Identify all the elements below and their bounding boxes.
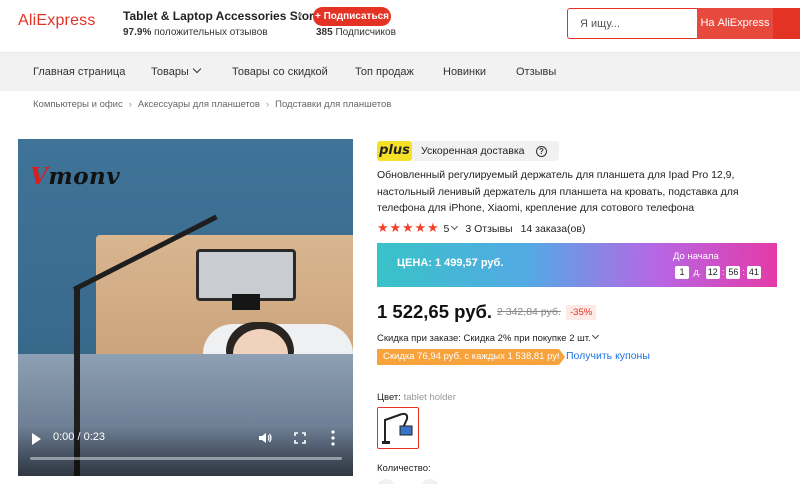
video-frame-clamp: [232, 294, 260, 310]
search-aliexpress-button[interactable]: На AliExpress: [697, 8, 773, 39]
countdown-minutes: 56: [726, 266, 741, 279]
positive-feedback-value: 97.9%: [123, 27, 152, 38]
star-icon: ★: [389, 220, 402, 235]
color-label-text: Цвет:: [377, 392, 401, 403]
nav-new[interactable]: Новинки: [443, 53, 486, 91]
countdown-days-suffix: д.: [693, 267, 702, 277]
subscribers-value: 385: [316, 27, 333, 38]
star-icon: ★: [402, 220, 414, 235]
nav-home-label: Главная страница: [33, 66, 126, 78]
countdown-separator: :: [742, 267, 745, 277]
chevron-down-icon: [192, 64, 202, 74]
nav-reviews-label: Отзывы: [516, 66, 557, 78]
rating-score[interactable]: 5: [444, 223, 450, 235]
video-brand-logo: Vmonv: [30, 163, 120, 190]
positive-feedback-label: положительных отзывов: [154, 27, 268, 38]
chevron-right-icon: ›: [128, 99, 132, 110]
search-input[interactable]: [568, 9, 696, 38]
star-icon: ★: [414, 220, 427, 235]
video-progress-bar[interactable]: [30, 457, 342, 460]
countdown-timer: 1 д. 12:56:41: [675, 266, 761, 279]
rating-stars: ★★★★★: [377, 220, 440, 235]
subscribers-label: Подписчиков: [335, 27, 396, 38]
caret-down-icon[interactable]: ▼: [296, 11, 304, 20]
product-title: Обновленный регулируемый держатель для п…: [377, 169, 739, 214]
discount-badge: -35%: [566, 305, 597, 320]
aliexpress-logo[interactable]: AliExpress: [18, 12, 96, 30]
reviews-count[interactable]: 3 Отзывы: [465, 223, 512, 235]
nav-new-label: Новинки: [443, 66, 487, 78]
fullscreen-icon[interactable]: [294, 432, 306, 444]
chevron-right-icon: ›: [265, 99, 270, 110]
video-time: 0:00 / 0:23: [53, 431, 105, 443]
plus-badge: plus: [377, 141, 412, 161]
countdown-label: До начала: [673, 251, 719, 262]
search-bar: На AliExpress: [567, 8, 800, 39]
old-price: 2 342,84 руб.: [497, 306, 561, 318]
volume-icon[interactable]: [258, 431, 272, 445]
store-nav: Главная страница Товары Товары со скидко…: [0, 52, 800, 91]
store-name[interactable]: Tablet & Laptop Accessories Store: [123, 9, 320, 23]
tablet-holder-thumbnail-icon: [378, 408, 417, 447]
breadcrumb: Компьютеры и офис › Аксессуары для планшет…: [33, 99, 391, 110]
help-icon[interactable]: ?: [536, 146, 547, 157]
color-value: tablet holder: [403, 392, 456, 403]
star-icon: ★: [377, 220, 389, 235]
nav-top-sales[interactable]: Топ продаж: [355, 53, 414, 91]
color-option-tablet-holder[interactable]: [377, 407, 419, 449]
store-header: AliExpress Tablet & Laptop Accessories S…: [0, 0, 800, 52]
order-discount-text: Скидка при заказе: Скидка 2% при покупке…: [377, 333, 591, 344]
nav-reviews[interactable]: Отзывы: [516, 53, 556, 91]
orders-count: 14 заказа(ов): [520, 223, 586, 235]
chevron-down-icon[interactable]: [451, 222, 459, 231]
nav-discounted-label: Товары со скидкой: [232, 66, 328, 78]
breadcrumb-item[interactable]: Аксессуары для планшетов: [138, 99, 260, 110]
countdown-days: 1: [675, 266, 689, 279]
promo-banner: ЦЕНА: 1 499,57 руб. До начала 1 д. 12:56…: [377, 243, 777, 287]
video-brand-rest: monv: [48, 163, 121, 190]
quantity-increase-button[interactable]: [421, 479, 439, 484]
search-store-button[interactable]: [773, 8, 800, 39]
nav-top-sales-label: Топ продаж: [355, 66, 414, 78]
nav-home[interactable]: Главная страница: [33, 53, 125, 91]
breadcrumb-item[interactable]: Подставки для планшетов: [275, 99, 391, 110]
subscribe-button[interactable]: + Подписаться: [313, 7, 391, 26]
countdown-hours: 12: [705, 266, 720, 279]
get-coupons-link[interactable]: Получить купоны: [566, 350, 650, 362]
order-discount[interactable]: Скидка при заказе: Скидка 2% при покупке…: [377, 331, 599, 344]
delivery-label: Ускоренная доставка: [421, 145, 525, 157]
promo-price: ЦЕНА: 1 499,57 руб.: [397, 257, 504, 269]
breadcrumb-item[interactable]: Компьютеры и офис: [33, 99, 123, 110]
quantity-label: Количество:: [377, 463, 431, 474]
nav-discounted[interactable]: Товары со скидкой: [232, 53, 328, 91]
color-label: Цвет: tablet holder: [377, 392, 456, 403]
quantity-decrease-button[interactable]: [377, 479, 395, 484]
coupon-tag: Скидка 76,94 руб. с каждых 1 538,81 руб.: [377, 349, 565, 365]
rating-row: ★★★★★ 5 3 Отзывы 14 заказа(ов): [377, 220, 586, 236]
current-price: 1 522,65 руб.: [377, 301, 493, 322]
nav-products[interactable]: Товары: [151, 53, 202, 91]
countdown-separator: :: [721, 267, 725, 277]
positive-feedback: 97.9% положительных отзывов: [123, 27, 268, 38]
more-options-icon[interactable]: [331, 430, 335, 446]
star-icon: ★: [427, 220, 439, 235]
video-brand-first: V: [30, 163, 49, 190]
countdown-seconds: 41: [746, 266, 761, 279]
nav-products-label: Товары: [151, 66, 189, 78]
subscribers-count: 385 Подписчиков: [316, 27, 396, 38]
chevron-down-icon: [591, 331, 599, 340]
product-video[interactable]: Vmonv 0:00 / 0:23: [18, 139, 353, 476]
play-icon[interactable]: [32, 433, 41, 445]
